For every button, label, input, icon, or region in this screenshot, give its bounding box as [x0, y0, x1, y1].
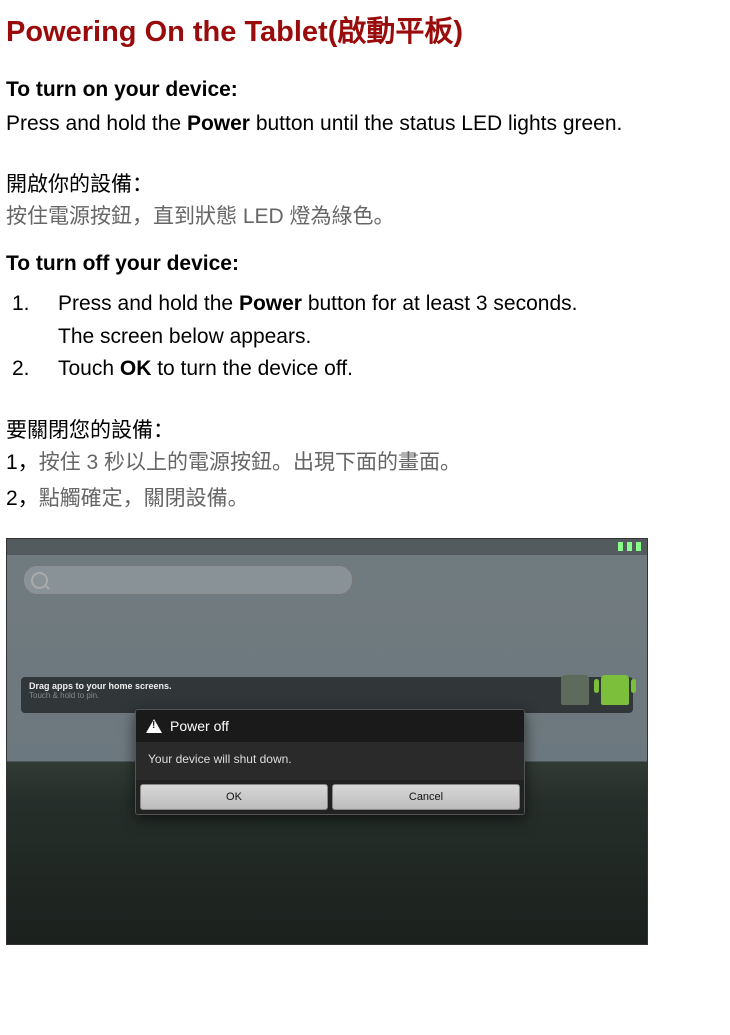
status-icons	[618, 542, 641, 551]
shelf-line1: Drag apps to your home screens.	[29, 681, 625, 691]
turn-on-heading: To turn on your device:	[6, 78, 724, 102]
dialog-title: Power off	[170, 718, 229, 734]
turn-on-paragraph: Press and hold the Power button until th…	[6, 110, 724, 138]
step-number: 1.	[6, 288, 58, 321]
title-en: Powering On the Tablet(	[6, 16, 337, 48]
step-text: Touch OK to turn the device off.	[58, 353, 724, 386]
step-number: 2.	[6, 353, 58, 386]
zh-turn-on-heading: 開啟你的設備：	[6, 168, 724, 198]
tablet-screenshot: Drag apps to your home screens. Touch & …	[6, 538, 648, 945]
step-text: Press and hold the Power button for at l…	[58, 288, 724, 321]
cancel-button[interactable]: Cancel	[332, 784, 520, 810]
dialog-header: Power off	[136, 710, 524, 742]
warning-icon	[146, 719, 162, 733]
zh-off-step-2: 2，點觸確定，關閉設備。	[6, 482, 724, 512]
turn-off-steps: 1. Press and hold the Power button for a…	[6, 288, 724, 386]
power-word: Power	[239, 292, 302, 315]
search-box[interactable]	[23, 565, 353, 595]
title-close: )	[453, 16, 463, 48]
zh-turn-off-heading: 要關閉您的設備：	[6, 414, 724, 444]
search-icon	[31, 572, 48, 589]
title-zh: 啟動平板	[337, 16, 453, 48]
shelf-line2: Touch & hold to pin.	[29, 691, 625, 700]
android-icon	[601, 675, 629, 705]
zh-turn-on-body: 按住電源按鈕，直到狀態 LED 燈為綠色。	[6, 200, 724, 230]
turn-off-heading: To turn off your device:	[6, 252, 724, 276]
zh-off-step-1: 1，按住 3 秒以上的電源按鈕。出現下面的畫面。	[6, 446, 724, 476]
power-off-dialog: Power off Your device will shut down. OK…	[135, 709, 525, 815]
dialog-buttons: OK Cancel	[136, 780, 524, 814]
off-step-1: 1. Press and hold the Power button for a…	[6, 288, 724, 321]
status-bar	[7, 539, 647, 555]
off-step-1-sub: The screen below appears.	[58, 321, 724, 354]
ok-word: OK	[120, 357, 152, 380]
off-step-2: 2. Touch OK to turn the device off.	[6, 353, 724, 386]
turn-on-text-2: button until the status LED lights green…	[250, 112, 622, 135]
turn-on-text-1: Press and hold the	[6, 112, 187, 135]
power-word: Power	[187, 112, 250, 135]
ok-button[interactable]: OK	[140, 784, 328, 810]
app-drawer-hint: Drag apps to your home screens. Touch & …	[21, 677, 633, 713]
dialog-body: Your device will shut down.	[136, 742, 524, 780]
android-icon	[561, 675, 589, 705]
page-title: Powering On the Tablet(啟動平板)	[6, 8, 724, 50]
